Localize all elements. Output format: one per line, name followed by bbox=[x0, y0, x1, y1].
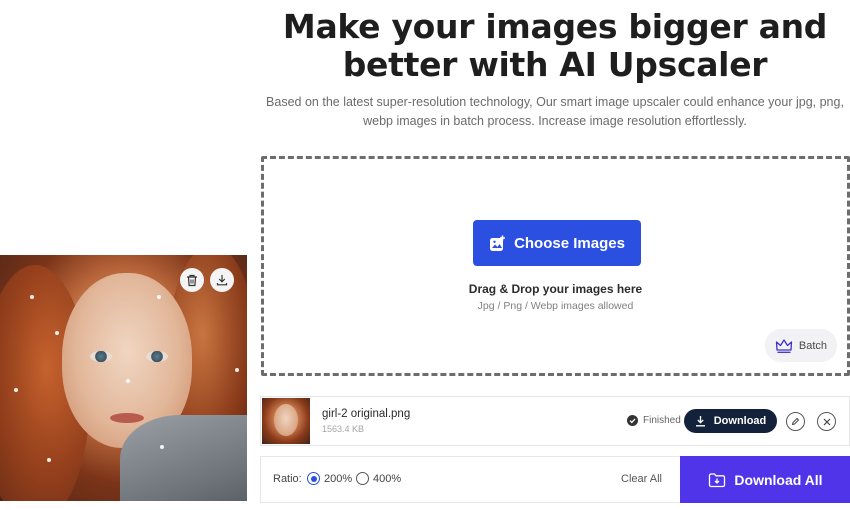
snow-dot bbox=[14, 388, 18, 392]
folder-download-icon bbox=[709, 472, 726, 487]
pencil-icon bbox=[791, 417, 800, 426]
check-circle-icon bbox=[627, 415, 638, 426]
snow-dot bbox=[126, 379, 130, 383]
radio-unselected-icon bbox=[356, 472, 369, 485]
snow-dot bbox=[160, 445, 164, 449]
page-subtitle: Based on the latest super-resolution tec… bbox=[260, 93, 850, 131]
ratio-option-label: 200% bbox=[324, 472, 353, 485]
snow-dot bbox=[157, 295, 161, 299]
ratio-option-label: 400% bbox=[373, 472, 402, 485]
options-bar: Ratio: 200% 400% Clear All Download All bbox=[260, 456, 850, 503]
file-name: girl-2 original.png bbox=[322, 408, 411, 420]
choose-images-label: Choose Images bbox=[514, 234, 625, 252]
ratio-label: Ratio: bbox=[273, 473, 302, 485]
preview-sweater bbox=[120, 415, 247, 501]
download-button[interactable]: Download bbox=[684, 409, 777, 433]
add-image-icon bbox=[490, 235, 506, 251]
drag-drop-text: Drag & Drop your images here bbox=[468, 282, 643, 296]
download-label: Download bbox=[713, 415, 767, 427]
ratio-option-400[interactable]: 400% bbox=[356, 472, 401, 485]
preview-eye-left bbox=[90, 351, 112, 362]
ratio-option-200[interactable]: 200% bbox=[307, 472, 352, 485]
file-thumbnail bbox=[262, 398, 310, 444]
choose-images-button[interactable]: Choose Images bbox=[473, 220, 641, 266]
trash-icon bbox=[187, 274, 197, 286]
download-icon bbox=[216, 275, 228, 286]
preview-mouth bbox=[110, 413, 144, 423]
delete-image-button[interactable] bbox=[180, 268, 204, 292]
image-preview bbox=[0, 255, 247, 501]
remove-file-button[interactable] bbox=[817, 412, 836, 431]
subtitle-line-2: webp images in batch process. Increase i… bbox=[363, 114, 747, 128]
title-line-1: Make your images bigger and bbox=[282, 7, 828, 46]
snow-dot bbox=[55, 331, 59, 335]
upload-dropzone[interactable]: Choose Images Drag & Drop your images he… bbox=[261, 156, 850, 376]
download-all-button[interactable]: Download All bbox=[680, 456, 850, 503]
clear-all-button[interactable]: Clear All bbox=[621, 473, 662, 485]
batch-label: Batch bbox=[798, 339, 828, 352]
subtitle-line-1: Based on the latest super-resolution tec… bbox=[266, 95, 844, 109]
download-all-label: Download All bbox=[734, 471, 823, 488]
file-list-item: girl-2 original.png 1563.4 KB Finished D… bbox=[260, 396, 850, 446]
file-size: 1563.4 KB bbox=[322, 424, 365, 434]
edit-button[interactable] bbox=[786, 412, 805, 431]
download-image-button[interactable] bbox=[210, 268, 234, 292]
page-title: Make your images bigger and better with … bbox=[260, 8, 850, 84]
crown-icon bbox=[775, 338, 793, 353]
preview-eye-right bbox=[146, 351, 168, 362]
snow-dot bbox=[235, 368, 239, 372]
radio-selected-icon bbox=[307, 472, 320, 485]
title-line-2: better with AI Upscaler bbox=[342, 45, 768, 84]
snow-dot bbox=[30, 295, 34, 299]
snow-dot bbox=[47, 458, 51, 462]
status-text: Finished bbox=[643, 415, 681, 426]
close-icon bbox=[823, 418, 830, 425]
batch-button[interactable]: Batch bbox=[765, 329, 837, 362]
allowed-formats-text: Jpg / Png / Webp images allowed bbox=[477, 300, 634, 312]
file-status: Finished bbox=[627, 415, 681, 426]
download-icon bbox=[695, 416, 705, 427]
